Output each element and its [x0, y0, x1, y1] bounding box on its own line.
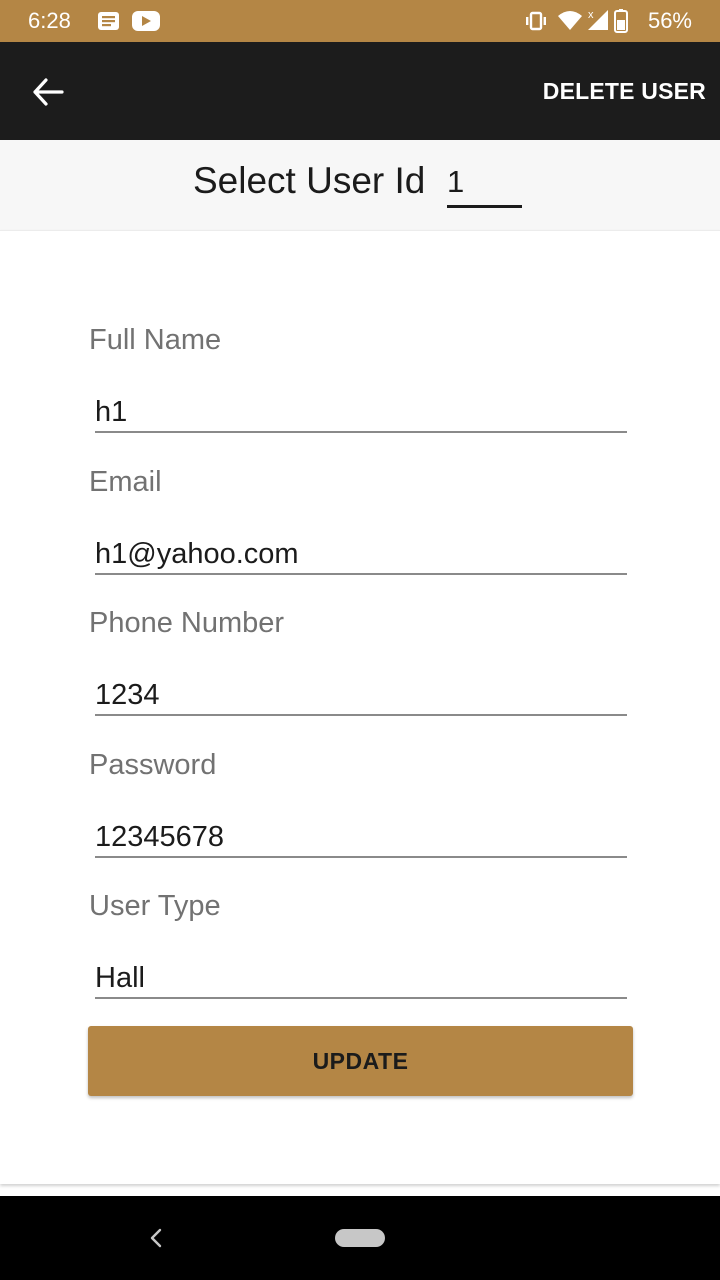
update-button[interactable]: UPDATE: [88, 1026, 633, 1096]
delete-user-button[interactable]: DELETE USER: [543, 76, 706, 106]
youtube-icon: [132, 11, 160, 31]
back-button[interactable]: [22, 66, 74, 118]
nav-back-button[interactable]: [140, 1220, 172, 1256]
app-bar: DELETE USER: [0, 42, 720, 140]
user-type-field[interactable]: [95, 959, 627, 999]
user-type-label: User Type: [89, 890, 221, 922]
user-id-spinner[interactable]: 1: [447, 160, 522, 208]
home-pill-icon[interactable]: [335, 1229, 385, 1247]
password-field[interactable]: [95, 818, 627, 858]
notes-icon: [98, 12, 119, 30]
password-label: Password: [89, 749, 217, 781]
phone-number-label: Phone Number: [89, 607, 285, 639]
status-time: 6:28: [28, 8, 71, 33]
navigation-bar: [0, 1196, 720, 1280]
wifi-icon: [557, 11, 582, 30]
signal-icon: x: [587, 9, 608, 30]
battery-icon: [613, 9, 628, 33]
arrow-left-icon: [33, 78, 64, 106]
battery-percent: 56%: [647, 8, 692, 33]
vibrate-icon: [525, 11, 546, 31]
svg-text:x: x: [588, 9, 594, 21]
full-name-label: Full Name: [89, 324, 222, 356]
status-right-icons: x 56%: [524, 7, 692, 35]
status-bar: 6:28 x 56%: [0, 0, 720, 42]
notification-icons: [98, 11, 160, 31]
user-id-value: 1: [447, 164, 465, 199]
email-field[interactable]: [95, 535, 627, 575]
full-name-field[interactable]: [95, 393, 627, 433]
nav-back-icon: [150, 1228, 162, 1248]
email-label: Email: [89, 466, 162, 498]
status-left-icons: [97, 10, 167, 32]
phone-number-field[interactable]: [95, 676, 627, 716]
select-user-label: Select User Id: [193, 160, 426, 201]
